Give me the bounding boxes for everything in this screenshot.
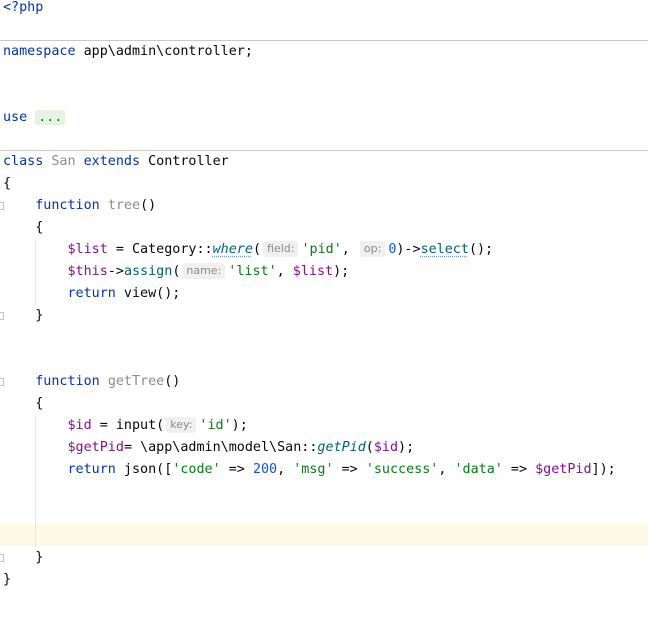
punct: ,	[277, 462, 294, 477]
keyword: class	[3, 154, 44, 169]
punct: ()	[140, 198, 157, 213]
class-name: San	[51, 154, 76, 169]
brace: {	[35, 396, 44, 411]
punct: ->	[107, 264, 124, 279]
punct: ,	[438, 462, 455, 477]
function-call: json([	[115, 462, 173, 477]
string: 'success'	[365, 462, 439, 477]
function-name: tree	[107, 198, 141, 213]
punct: ,	[341, 242, 358, 257]
code-line: class San extends Controller	[0, 151, 648, 173]
function-name: getTree	[107, 374, 165, 389]
current-line-highlight	[0, 524, 648, 546]
keyword: return	[67, 462, 116, 477]
punct: (	[252, 242, 261, 257]
punct: =>	[220, 462, 253, 477]
brace: }	[3, 572, 12, 587]
function-call: view();	[115, 286, 181, 301]
code-line: }	[0, 305, 648, 327]
punct: (	[365, 440, 374, 455]
variable: $getPid	[535, 462, 592, 477]
code-line: function getTree()	[0, 371, 648, 393]
code-line: $id = input(key:'id');	[0, 415, 648, 437]
keyword: return	[67, 286, 116, 301]
string: 'code'	[172, 462, 221, 477]
method-call: where	[212, 242, 253, 257]
keyword: use	[3, 110, 28, 125]
code-line: <?php	[0, 0, 648, 19]
method-call: getPid	[317, 440, 366, 455]
punct: )->	[396, 242, 421, 257]
variable: $getPid	[67, 440, 124, 455]
keyword: extends	[83, 154, 141, 169]
param-hint: field:	[263, 241, 299, 257]
variable: $id	[67, 418, 92, 433]
punct: (	[172, 264, 181, 279]
string: 'data'	[454, 462, 503, 477]
variable: $id	[373, 440, 399, 455]
method-call: assign	[123, 264, 173, 279]
string: 'id'	[199, 418, 232, 433]
brace: }	[35, 550, 44, 565]
code-line: return view();	[0, 283, 648, 305]
brace: }	[35, 308, 44, 323]
code-line: $getPid= \app\admin\model\San::getPid($i…	[0, 437, 648, 459]
param-hint: name:	[182, 263, 226, 279]
code-line: }	[0, 547, 648, 569]
code-line: $this->assign(name:'list', $list);	[0, 261, 648, 283]
punct: ();	[468, 242, 494, 257]
namespace-path: app\admin\controller;	[75, 44, 253, 59]
variable: $this	[67, 264, 108, 279]
punct: = Category::	[107, 242, 213, 257]
code-line: use ...	[0, 107, 648, 129]
string: 'list'	[228, 264, 277, 279]
punct: ,	[276, 264, 293, 279]
variable: $list	[292, 264, 334, 279]
code-line: {	[0, 217, 648, 239]
code-line: {	[0, 173, 648, 195]
punct: );	[398, 440, 415, 455]
code-line: $list = Category::where(field:'pid', op:…	[0, 239, 648, 261]
code-line: {	[0, 393, 648, 415]
number: 200	[252, 462, 278, 477]
model-path: = \app\admin\model\San::	[123, 440, 318, 455]
parent-class: Controller	[148, 154, 229, 169]
keyword: function	[35, 374, 100, 389]
php-open-tag: <?php	[3, 0, 44, 15]
method-call: select	[420, 242, 469, 257]
function-call: = input(	[91, 418, 165, 433]
punct: =>	[502, 462, 536, 477]
code-line: namespace app\admin\controller;	[0, 41, 648, 63]
punct: ]);	[591, 462, 616, 477]
param-hint: key:	[166, 417, 197, 433]
brace: {	[35, 220, 44, 235]
code-line: }	[0, 569, 648, 591]
keyword: namespace	[3, 44, 76, 59]
punct: );	[333, 264, 350, 279]
string: 'pid'	[301, 242, 342, 257]
punct: ()	[164, 374, 181, 389]
param-hint: op:	[359, 241, 386, 257]
code-line: return json(['code' => 200, 'msg' => 'su…	[0, 459, 648, 481]
keyword: function	[35, 198, 100, 213]
variable: $list	[67, 242, 108, 257]
string: 'msg'	[293, 462, 334, 477]
punct: );	[231, 418, 248, 433]
punct: =>	[333, 462, 366, 477]
brace: {	[3, 176, 12, 191]
code-line: function tree()	[0, 195, 648, 217]
folded-imports[interactable]: ...	[35, 110, 66, 125]
